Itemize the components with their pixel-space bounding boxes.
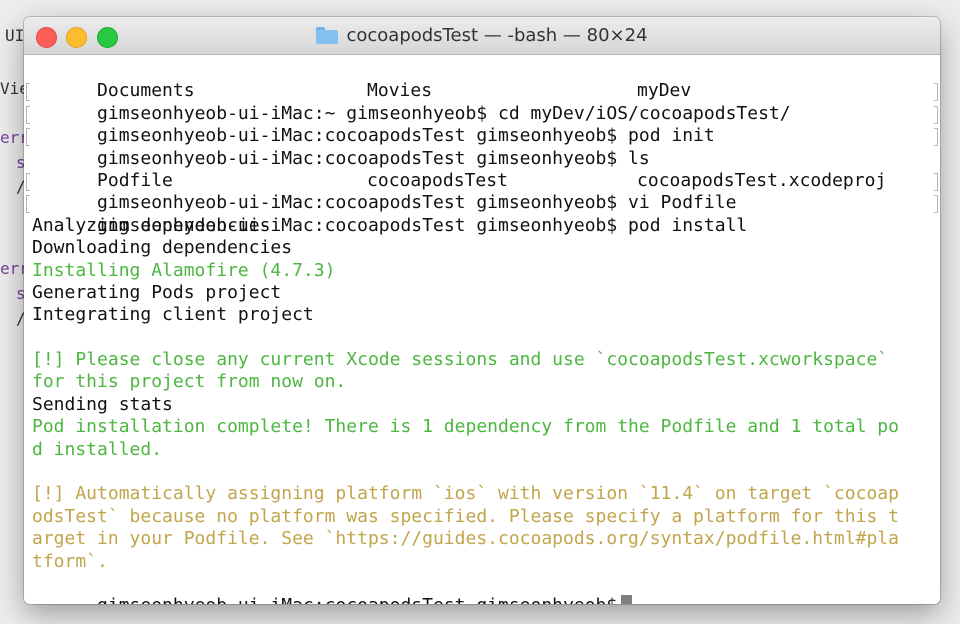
terminal-line: odsTest` because no platform was specifi… [32,505,899,527]
terminal-prompt-line[interactable]: gimseonhyeob-ui-iMac:cocoapodsTest gimse… [32,573,932,604]
terminal-line: tform`. [32,550,108,572]
terminal-line: for this project from now on. [32,371,347,393]
terminal-line: [!] Please close any current Xcode sessi… [32,349,889,371]
terminal-line: gimseonhyeob-ui-iMac:cocoapodsTest gimse… [26,192,938,236]
terminal-line: [!] Automatically assigning platform `io… [32,483,899,505]
terminal-line: Analyzing dependencies [32,214,271,236]
line-marker-left [26,195,30,214]
terminal-line: Downloading dependencies [32,237,293,259]
line-marker-right [934,128,938,147]
line-marker-right [934,195,938,214]
terminal-line: Pod installation complete! There is 1 de… [32,416,899,438]
window-title: cocoapodsTest — -bash — 80×24 [24,17,940,54]
terminal-line: Podfile cocoapodsTest cocoapodsTest.xcodep… [32,148,932,191]
folder-icon [316,27,339,44]
terminal-line: gimseonhyeob-ui-iMac:cocoapodsTest gimse… [26,103,938,146]
terminal-window[interactable]: cocoapodsTest — -bash — 80×24 Documents M… [24,17,940,604]
terminal-line: gimseonhyeob-ui-iMac:~ gimseonhyeob$ cd … [26,80,938,124]
line-marker-left [26,128,30,147]
line-marker-right [934,105,938,124]
line-marker-left [26,83,30,102]
terminal-line: gimseonhyeob-ui-iMac:cocoapodsTest gimse… [26,125,938,169]
terminal-line: Documents Movies myDev [32,58,932,101]
shell-prompt: gimseonhyeob-ui-iMac:cocoapodsTest gimse… [97,595,617,604]
text-cursor [621,595,633,604]
terminal-output[interactable]: Documents Movies myDev gimseonhyeob-ui-iMa… [26,58,938,604]
background-text-fragment: UI [5,26,25,45]
line-marker-left [26,105,30,124]
window-title-text: cocoapodsTest — -bash — 80×24 [346,25,648,46]
terminal-line: arget in your Podfile. See `https://guid… [32,528,899,550]
terminal-line: Sending stats [32,393,173,415]
terminal-line: Integrating client project [32,304,314,326]
terminal-line: gimseonhyeob-ui-iMac:cocoapodsTest gimse… [26,170,938,213]
line-marker-left [26,172,30,191]
line-marker-right [934,172,938,191]
terminal-line: d installed. [32,438,163,460]
terminal-line: Installing Alamofire (4.7.3) [32,259,336,281]
title-bar[interactable]: cocoapodsTest — -bash — 80×24 [24,17,940,55]
terminal-line: Generating Pods project [32,281,282,303]
line-marker-right [934,83,938,102]
